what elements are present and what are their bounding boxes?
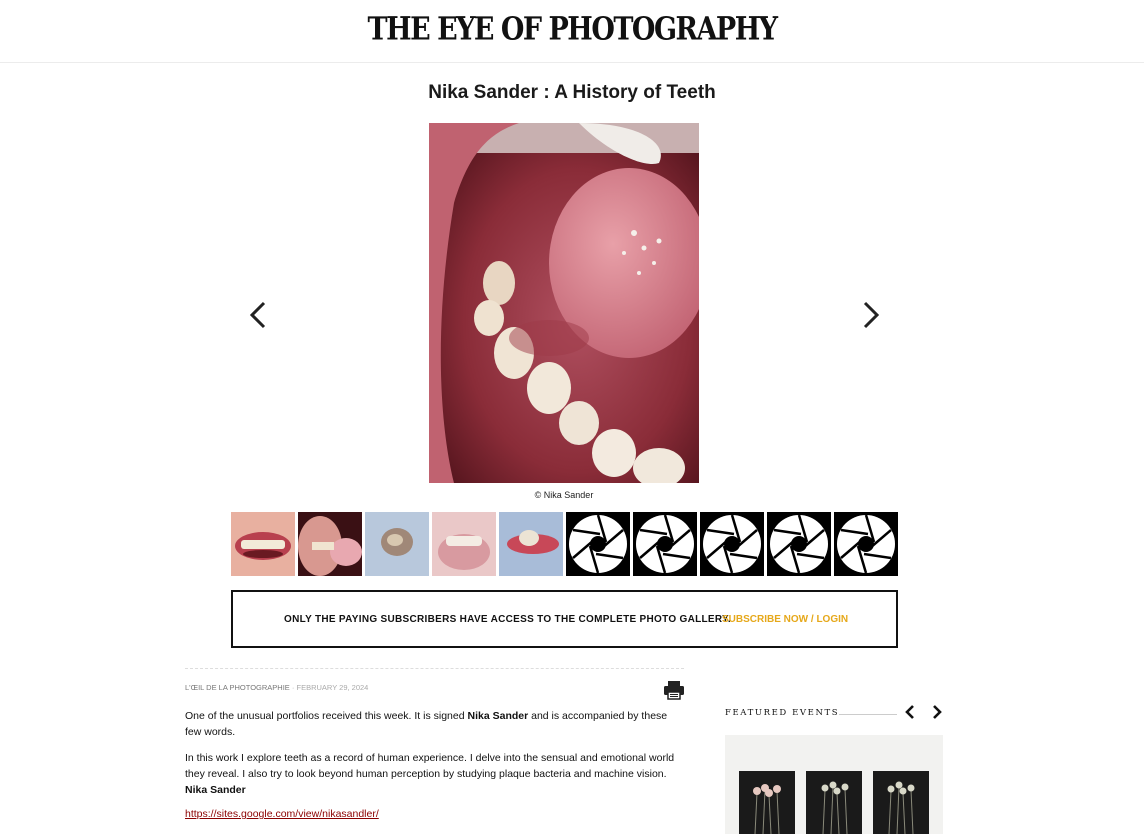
thumbnail-locked[interactable] bbox=[633, 512, 697, 576]
artist-name: Nika Sander bbox=[467, 710, 529, 722]
thumbnail-mouth-blur[interactable] bbox=[432, 512, 496, 576]
main-photo bbox=[429, 123, 699, 483]
featured-prev-button[interactable] bbox=[902, 704, 918, 720]
aperture-icon bbox=[633, 512, 697, 576]
thumbnail-locked[interactable] bbox=[767, 512, 831, 576]
statement-paragraph: In this work I explore teeth as a record… bbox=[185, 750, 685, 798]
aperture-icon bbox=[767, 512, 831, 576]
thumbnail-tooth-object[interactable] bbox=[365, 512, 429, 576]
author-link[interactable]: L'ŒIL DE LA PHOTOGRAPHIE bbox=[185, 683, 290, 692]
chevron-left-icon bbox=[905, 705, 914, 719]
artist-signature: Nika Sander bbox=[185, 784, 246, 796]
article-date: FEBRUARY 29, 2024 bbox=[296, 683, 369, 692]
gallery-next-button[interactable] bbox=[855, 300, 885, 330]
subscribe-login-link[interactable]: SUBSCRIBE NOW / LOGIN bbox=[722, 614, 848, 625]
featured-event-image[interactable] bbox=[725, 735, 943, 834]
chevron-right-icon bbox=[863, 301, 880, 329]
intro-text-a: One of the unusual portfolios received t… bbox=[185, 710, 468, 722]
chevron-left-icon bbox=[249, 301, 266, 329]
aperture-icon bbox=[700, 512, 764, 576]
article-meta: L'ŒIL DE LA PHOTOGRAPHIE · FEBRUARY 29, … bbox=[185, 683, 368, 692]
thumbnail-open-mouth[interactable] bbox=[298, 512, 362, 576]
intro-paragraph: One of the unusual portfolios received t… bbox=[185, 708, 685, 740]
meta-separator: · bbox=[291, 683, 295, 692]
thumbnail-locked[interactable] bbox=[566, 512, 630, 576]
printer-icon bbox=[664, 681, 684, 700]
artist-website-link[interactable]: https://sites.google.com/view/nikasandle… bbox=[185, 808, 379, 820]
print-button[interactable] bbox=[663, 680, 685, 700]
divider bbox=[185, 668, 684, 669]
thumbnail-locked[interactable] bbox=[700, 512, 764, 576]
paywall-message: ONLY THE PAYING SUBSCRIBERS HAVE ACCESS … bbox=[284, 614, 731, 625]
page-title: Nika Sander : A History of Teeth bbox=[428, 82, 716, 103]
site-logo[interactable]: THE EYE OF PHOTOGRAPHY bbox=[0, 11, 1144, 48]
thumbnail-locked[interactable] bbox=[834, 512, 898, 576]
thumbnail-smile[interactable] bbox=[231, 512, 295, 576]
featured-next-button[interactable] bbox=[929, 704, 945, 720]
chevron-right-icon bbox=[933, 705, 942, 719]
photo-credit: © Nika Sander bbox=[534, 490, 594, 500]
thumbnail-tooth-on-gum[interactable] bbox=[499, 512, 563, 576]
heading-rule bbox=[839, 714, 897, 715]
gallery-prev-button[interactable] bbox=[244, 300, 274, 330]
aperture-icon bbox=[834, 512, 898, 576]
paywall-box: ONLY THE PAYING SUBSCRIBERS HAVE ACCESS … bbox=[231, 590, 898, 648]
aperture-icon bbox=[566, 512, 630, 576]
featured-events-heading: FEATURED EVENTS bbox=[725, 708, 840, 718]
statement-text: In this work I explore teeth as a record… bbox=[185, 752, 675, 780]
